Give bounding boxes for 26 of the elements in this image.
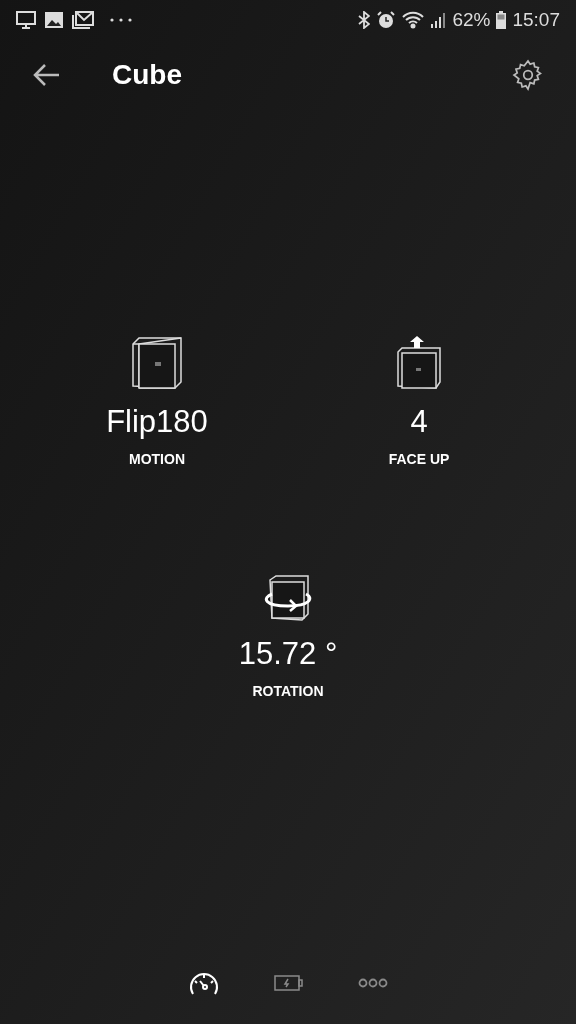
metric-value: 15.72 ° [238,638,338,669]
battery-percent: 62% [452,7,491,32]
metric-label: ROTATION [252,682,324,701]
back-arrow-icon [32,63,60,87]
signal-icon [430,11,447,29]
cube-icon [131,336,183,390]
settings-icon [512,59,544,91]
metric-label: MOTION [129,450,185,469]
battery-icon [274,974,304,992]
metric-value: 4 [410,406,428,437]
image-icon [44,11,64,29]
speedometer-icon [188,970,220,996]
cube-arrow-up-icon [396,336,442,390]
more-icon [358,978,388,988]
monitor-icon [16,11,36,29]
cube-rotate-icon [262,574,314,622]
page-title: Cube [112,58,182,92]
status-time: 15:07 [512,7,560,32]
more-notifications-icon [110,18,132,22]
battery-status-icon [496,11,507,29]
metric-value: Flip180 [106,406,208,437]
metric-label: FACE UP [388,450,450,469]
mail-icon [72,11,94,29]
alarm-icon [376,10,397,30]
wifi-icon [402,11,425,29]
bluetooth-icon [358,11,371,29]
